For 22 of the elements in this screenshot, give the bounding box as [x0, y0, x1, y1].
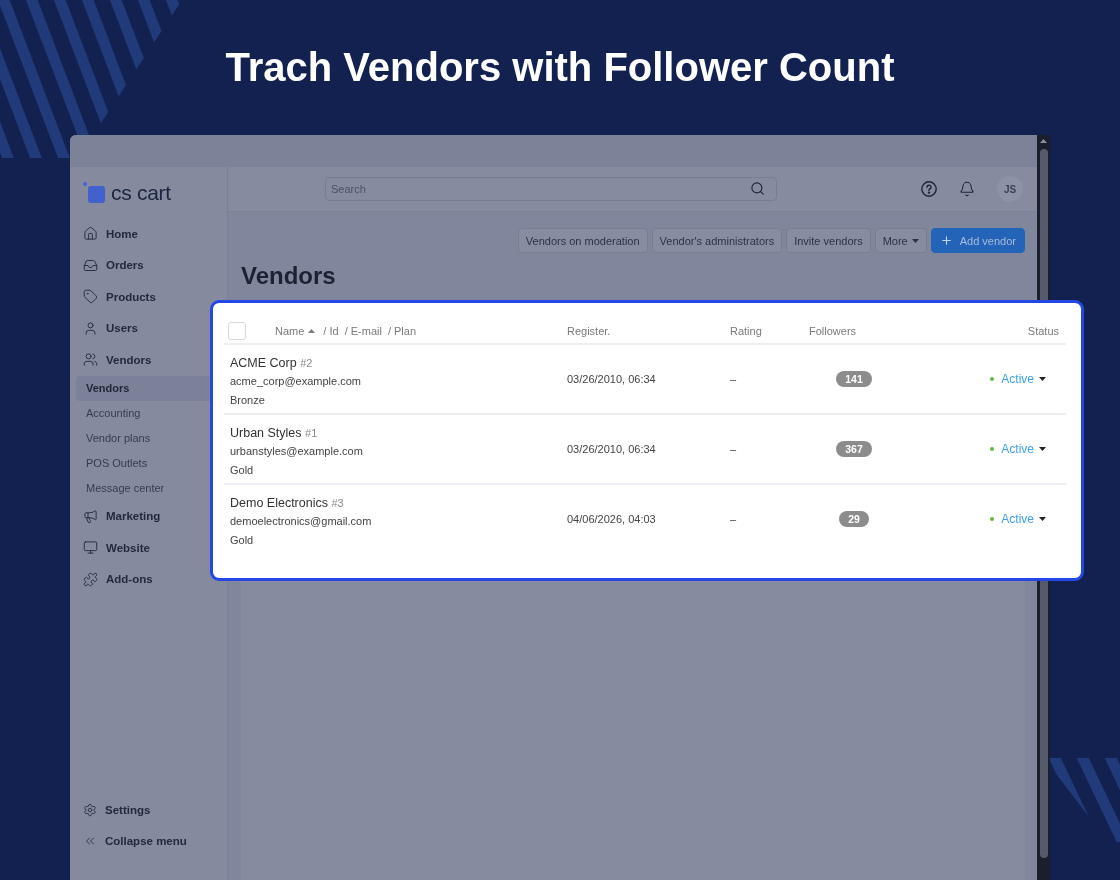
column-header: Status	[1027, 324, 1060, 337]
vendor-email: acme_corp@example.com	[230, 374, 361, 389]
followers-count-badge: 141	[836, 371, 872, 387]
vendor-plan: Gold	[230, 533, 254, 548]
rating-value: –	[730, 443, 737, 455]
column-header: Followers	[809, 324, 857, 337]
vendor-plan: Bronze	[230, 393, 265, 408]
vendor-email: urbanstyles@example.com	[230, 444, 363, 459]
vendor-email: demoelectronics@gmail.com	[230, 514, 372, 529]
followers-count-badge: 29	[839, 511, 869, 527]
page-title: Vendors	[241, 262, 336, 290]
logo-text: cs cart	[111, 180, 171, 205]
column-header: Rating	[730, 324, 762, 337]
column-header: Register.	[567, 324, 611, 337]
registration-date: 04/06/2026, 04:03	[567, 513, 656, 525]
registration-date: 03/26/2010, 06:34	[567, 373, 656, 385]
rating-value: –	[730, 373, 737, 385]
rating-value: –	[730, 513, 737, 525]
followers-count-badge: 367	[836, 441, 872, 457]
registration-date: 03/26/2010, 06:34	[567, 443, 656, 455]
headline: Trach Vendors with Follower Count	[225, 43, 895, 91]
vendor-plan: Gold	[230, 463, 254, 478]
